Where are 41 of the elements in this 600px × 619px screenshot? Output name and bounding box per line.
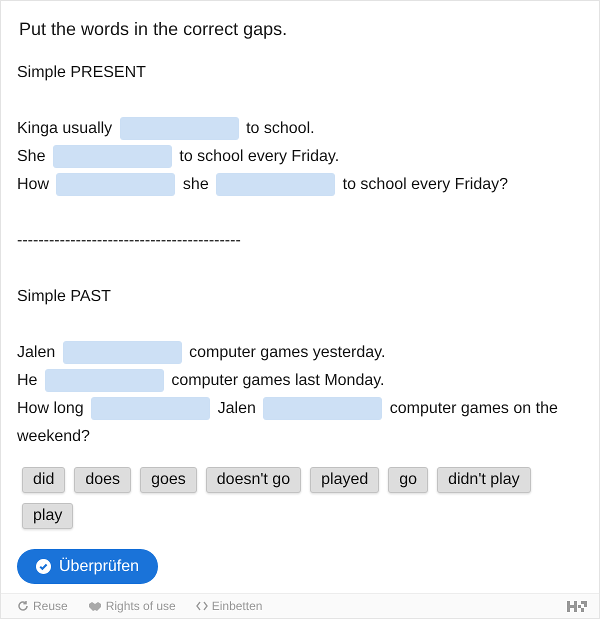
sentence-text: Simple PAST — [17, 287, 111, 307]
sentence-text: How — [17, 175, 50, 195]
sentence-text: weekend? — [17, 427, 90, 447]
sentence-text: She — [17, 147, 46, 167]
drop-gap[interactable] — [44, 369, 164, 392]
logo-icon — [567, 600, 587, 612]
check-icon — [36, 559, 51, 574]
drop-gap[interactable] — [56, 173, 176, 196]
sentence-text: to school every Friday? — [342, 175, 508, 195]
sentence-text: Jalen — [218, 399, 256, 419]
word-chip[interactable]: play — [22, 503, 74, 529]
drop-gap[interactable] — [263, 397, 382, 420]
sentence-text: How long — [17, 399, 84, 419]
sentence-text: computer games last Monday. — [171, 371, 384, 391]
code-icon — [196, 601, 208, 611]
task-title: Put the words in the correct gaps. — [19, 18, 288, 41]
drop-gap[interactable] — [52, 145, 172, 168]
drop-gap[interactable] — [216, 173, 336, 196]
check-button[interactable]: Überprüfen — [17, 549, 158, 584]
sentence-text: Simple PRESENT — [17, 63, 146, 83]
drop-gap[interactable] — [120, 117, 239, 140]
word-chip[interactable]: did — [22, 467, 66, 493]
sentence-text: computer games yesterday. — [189, 343, 386, 363]
drop-gap[interactable] — [62, 341, 182, 364]
word-chip[interactable]: goes — [140, 467, 197, 493]
sentence-text: Kinga usually — [17, 119, 112, 139]
sentence-text: she — [182, 175, 209, 195]
handshake-icon — [88, 600, 102, 612]
refresh-icon — [17, 600, 29, 612]
word-chip[interactable]: does — [74, 467, 132, 493]
sentence-text: ------------------------------------------ — [17, 231, 241, 251]
word-chip[interactable]: doesn't go — [206, 467, 302, 493]
sentence-text: computer games on the — [390, 399, 558, 419]
sentence-text: Jalen — [17, 343, 56, 363]
sentence-text: He — [17, 371, 38, 391]
sentence-text: to school every Friday. — [179, 147, 340, 167]
drop-gap[interactable] — [91, 397, 210, 420]
word-chip[interactable]: didn't play — [437, 467, 531, 493]
word-chip[interactable]: go — [388, 467, 428, 493]
sentence-text: to school. — [246, 119, 315, 139]
word-chip[interactable]: played — [310, 467, 380, 493]
